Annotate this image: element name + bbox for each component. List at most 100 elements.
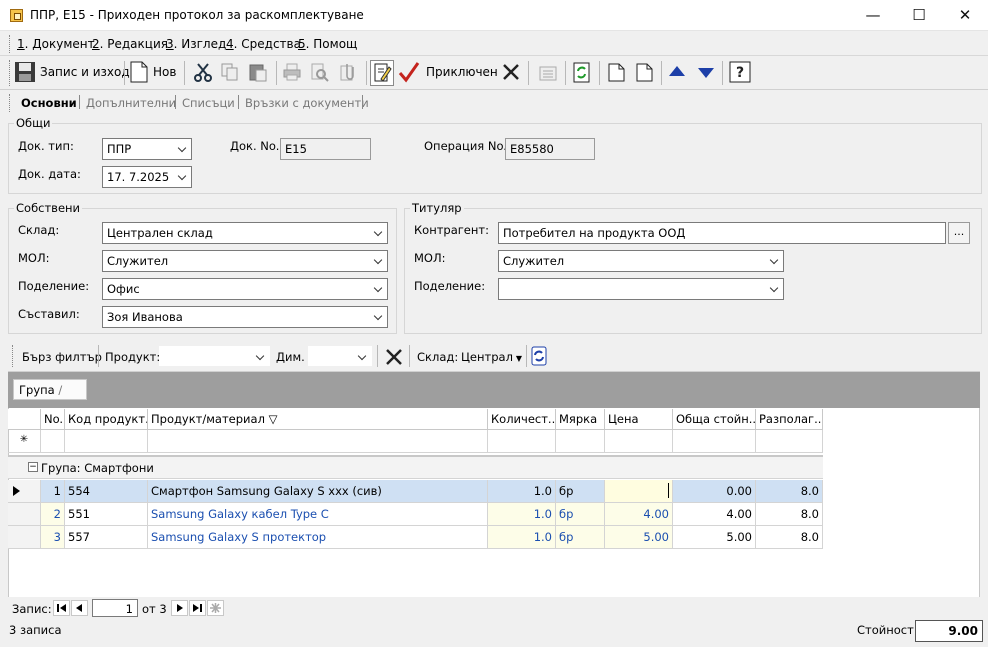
row-price-editor[interactable] — [605, 480, 673, 503]
doc-date-picker[interactable]: 17. 7.2025 — [102, 166, 192, 188]
paste-icon[interactable] — [248, 62, 268, 82]
previous-record-icon[interactable] — [71, 600, 88, 616]
print-preview-icon[interactable] — [309, 62, 329, 82]
cut-icon[interactable] — [193, 62, 213, 82]
save-icon[interactable] — [14, 61, 36, 83]
new-row-cell[interactable] — [65, 430, 148, 453]
row-unit[interactable]: бр — [556, 503, 605, 526]
row-code[interactable]: 554 — [65, 480, 148, 503]
row-no[interactable]: 2 — [41, 503, 65, 526]
mol-select[interactable]: Служител — [102, 250, 388, 272]
next-record-icon[interactable] — [171, 600, 188, 616]
menu-help[interactable]: 5. Помощ — [298, 37, 357, 51]
attach-icon[interactable] — [338, 62, 358, 82]
new-document-icon[interactable] — [130, 61, 148, 83]
new-row-cell[interactable] — [556, 430, 605, 453]
save-exit-button[interactable]: Запис и изход — [40, 65, 130, 79]
row-available[interactable]: 8.0 — [756, 526, 823, 549]
column-header-code[interactable]: Код продукт... — [65, 409, 148, 430]
filter-product-select[interactable] — [159, 346, 270, 366]
copy-icon[interactable] — [220, 62, 240, 82]
store-select[interactable]: Централен склад — [102, 222, 388, 244]
menu-document[interactable]: 1. Документ — [17, 37, 95, 51]
new-record-icon[interactable] — [207, 600, 224, 616]
menu-tools[interactable]: 4. Средства — [226, 37, 301, 51]
cancel-x-icon[interactable] — [501, 62, 521, 82]
holder-mol-select[interactable]: Служител — [498, 250, 784, 272]
new-page-icon[interactable] — [605, 61, 627, 83]
column-header-price[interactable]: Цена — [605, 409, 673, 430]
edit-document-icon[interactable] — [370, 60, 394, 86]
column-header-quantity[interactable]: Количест... — [488, 409, 556, 430]
new-row-indicator[interactable]: ✳ — [8, 430, 41, 453]
column-header-available[interactable]: Разполаг... — [756, 409, 823, 430]
new-button[interactable]: Нов — [153, 65, 176, 79]
arrow-down-icon[interactable] — [696, 64, 716, 80]
row-available[interactable]: 8.0 — [756, 480, 823, 503]
row-unit[interactable]: бр — [556, 526, 605, 549]
row-indicator[interactable] — [8, 526, 41, 549]
row-total[interactable]: 0.00 — [673, 480, 756, 503]
last-record-icon[interactable] — [189, 600, 206, 616]
row-no[interactable]: 3 — [41, 526, 65, 549]
list-icon[interactable] — [536, 62, 558, 82]
help-icon[interactable]: ? — [729, 61, 751, 83]
row-code[interactable]: 551 — [65, 503, 148, 526]
refresh-document-icon[interactable] — [571, 61, 593, 83]
row-price[interactable]: 5.00 — [605, 526, 673, 549]
doc-no-field[interactable]: E15 — [280, 138, 371, 160]
menu-view[interactable]: 3. Изглед — [166, 37, 226, 51]
close-button[interactable]: ✕ — [942, 0, 988, 31]
division-select[interactable]: Офис — [102, 278, 388, 300]
new-row-cell[interactable] — [673, 430, 756, 453]
tab-related-documents[interactable]: Връзки с документи — [245, 96, 369, 110]
column-header-no[interactable]: No. — [41, 409, 65, 430]
new-row-cell[interactable] — [148, 430, 488, 453]
row-product[interactable]: Смартфон Samsung Galaxy S xxx (сив) — [148, 480, 488, 503]
row-indicator[interactable] — [8, 480, 41, 503]
group-by-chip[interactable]: Група / — [13, 379, 87, 400]
maximize-button[interactable]: ☐ — [896, 0, 942, 31]
partner-field[interactable]: Потребител на продукта ООД — [498, 222, 946, 244]
finished-button[interactable]: Приключен — [426, 65, 498, 79]
print-icon[interactable] — [282, 62, 302, 82]
new-row-cell[interactable] — [488, 430, 556, 453]
first-record-icon[interactable] — [53, 600, 70, 616]
holder-division-select[interactable] — [498, 278, 784, 300]
new-row-cell[interactable] — [41, 430, 65, 453]
refresh-icon[interactable] — [530, 346, 548, 366]
row-no[interactable]: 1 — [41, 480, 65, 503]
record-number-input[interactable]: 1 — [92, 599, 138, 617]
collapse-group-button[interactable]: − — [28, 462, 38, 472]
partner-browse-button[interactable]: ... — [948, 222, 970, 244]
row-code[interactable]: 557 — [65, 526, 148, 549]
row-indicator[interactable] — [8, 503, 41, 526]
tab-main[interactable]: Основни — [21, 96, 77, 110]
author-select[interactable]: Зоя Иванова — [102, 306, 388, 328]
row-total[interactable]: 4.00 — [673, 503, 756, 526]
tab-lists[interactable]: Списъци — [182, 96, 235, 110]
column-header-total[interactable]: Обща стойн... — [673, 409, 756, 430]
row-available[interactable]: 8.0 — [756, 503, 823, 526]
copy-page-icon[interactable] — [633, 61, 655, 83]
arrow-up-icon[interactable] — [667, 64, 687, 80]
minimize-button[interactable]: — — [850, 0, 896, 31]
column-header-unit[interactable]: Мярка — [556, 409, 605, 430]
row-product[interactable]: Samsung Galaxy S протектор — [148, 526, 488, 549]
menu-edit[interactable]: 2. Редакция — [92, 37, 168, 51]
column-header-product[interactable]: Продукт/материал ▽ — [148, 409, 488, 430]
row-product[interactable]: Samsung Galaxy кабел Type C — [148, 503, 488, 526]
new-row-cell[interactable] — [605, 430, 673, 453]
row-quantity[interactable]: 1.0 — [488, 480, 556, 503]
filter-dim-select[interactable] — [308, 346, 372, 366]
row-quantity[interactable]: 1.0 — [488, 526, 556, 549]
filter-store-select[interactable]: Централ ▼ — [461, 350, 522, 364]
clear-filter-icon[interactable] — [384, 347, 404, 367]
doc-type-select[interactable]: ППР — [102, 138, 192, 160]
row-quantity[interactable]: 1.0 — [488, 503, 556, 526]
row-price[interactable]: 4.00 — [605, 503, 673, 526]
checkmark-icon[interactable] — [398, 61, 420, 83]
operation-no-field[interactable]: E85580 — [505, 138, 595, 160]
row-total[interactable]: 5.00 — [673, 526, 756, 549]
tab-additional[interactable]: Допълнителни — [86, 96, 176, 110]
